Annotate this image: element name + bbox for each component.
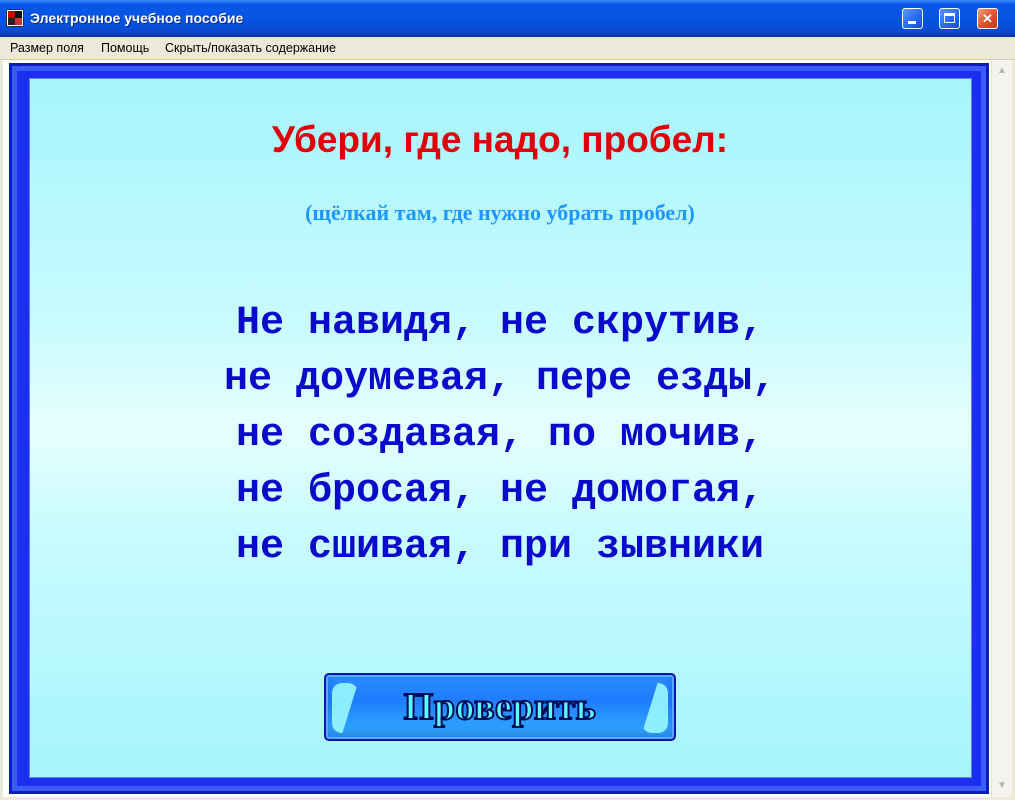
minimize-button[interactable] (902, 8, 923, 29)
exercise-line-4[interactable]: не бросая, не домогая, (0, 464, 1000, 520)
app-icon[interactable] (6, 9, 24, 27)
exercise-text: Не навидя, не скрутив, не доумевая, пере… (0, 296, 1000, 576)
exercise-line-3[interactable]: не создавая, по мочив, (0, 408, 1000, 464)
scroll-up-icon[interactable]: ▲ (994, 63, 1010, 79)
menu-toggle-contents[interactable]: Скрыть/показать содержание (165, 41, 336, 55)
menu-bar: Размер поля Помощь Скрыть/показать содер… (0, 37, 1015, 60)
menu-help[interactable]: Помощь (101, 41, 149, 55)
exercise-heading: Убери, где надо, пробел: (271, 119, 729, 160)
app-window: Электронное учебное пособие ✕ Размер пол… (0, 0, 1015, 800)
exercise-instruction: (щёлкай там, где нужно убрать пробел) (305, 200, 695, 225)
close-icon: ✕ (982, 11, 993, 26)
check-button-label: Проверить (403, 685, 597, 729)
exercise-line-5[interactable]: не сшивая, при зывники (0, 520, 1000, 576)
menu-field-size[interactable]: Размер поля (10, 41, 84, 55)
title-bar[interactable]: Электронное учебное пособие ✕ (0, 0, 1015, 37)
exercise-line-1[interactable]: Не навидя, не скрутив, (0, 296, 1000, 352)
window-title: Электронное учебное пособие (30, 10, 244, 26)
maximize-icon (944, 13, 955, 23)
close-button[interactable]: ✕ (977, 8, 998, 29)
check-button[interactable]: Проверить (324, 673, 676, 741)
exercise-line-2[interactable]: не доумевая, пере езды, (0, 352, 1000, 408)
maximize-button[interactable] (939, 8, 960, 29)
minimize-icon (908, 21, 916, 24)
scroll-down-icon[interactable]: ▼ (994, 778, 1010, 794)
